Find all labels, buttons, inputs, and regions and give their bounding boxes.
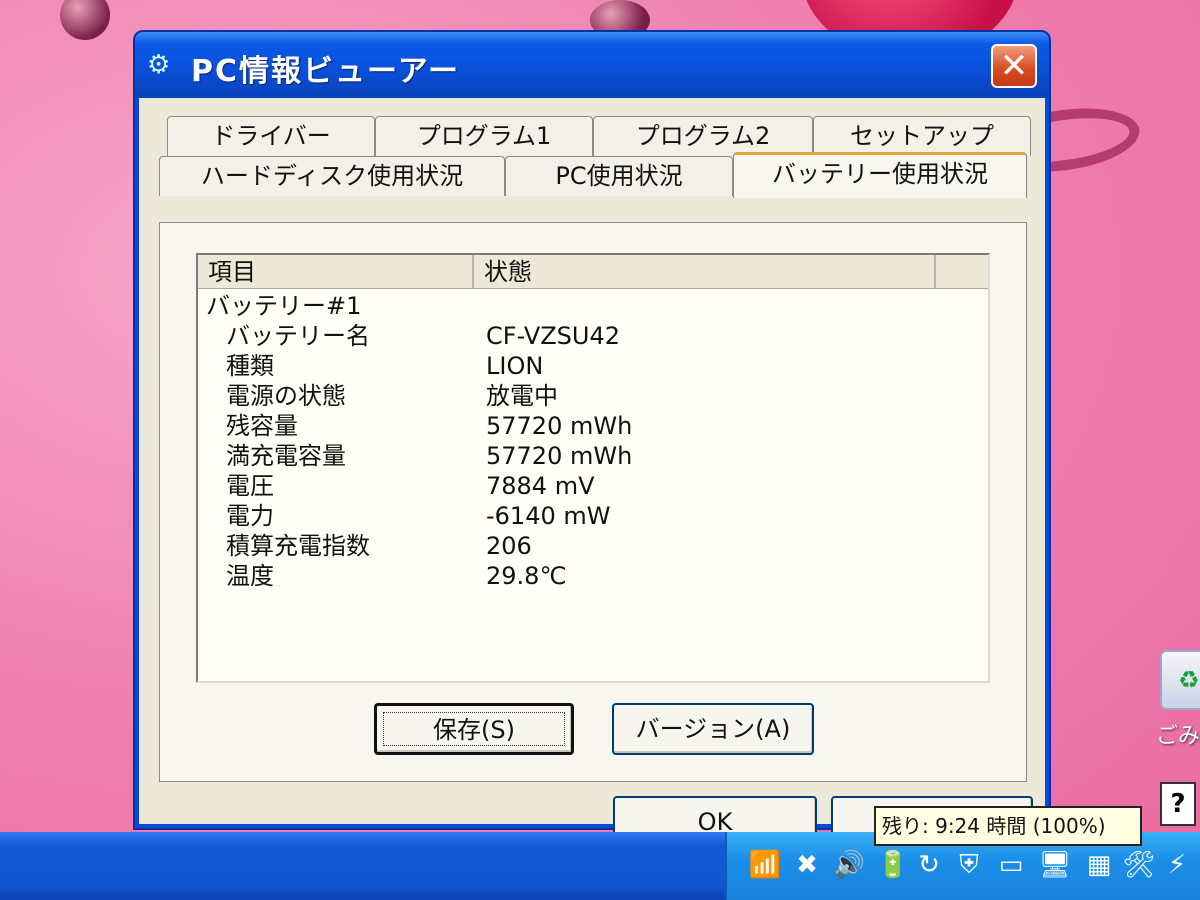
list-item[interactable]: 電力 -6140 mW (206, 501, 988, 531)
list-header: 項目 状態 (198, 255, 988, 289)
recycle-bin-desktop-icon[interactable]: ごみ (1150, 650, 1200, 760)
device-icon[interactable]: ▭ (994, 848, 1028, 882)
help-button[interactable]: ? (1160, 782, 1196, 826)
item-key: 種類 (226, 352, 274, 380)
item-key: 電源の状態 (226, 382, 346, 410)
battery-list-view[interactable]: 項目 状態 バッテリー#1 バッテリー名 CF-VZSU42 種類 LION 電… (196, 253, 990, 683)
speaker-icon[interactable]: 🔊 (832, 848, 866, 882)
list-group-battery1: バッテリー#1 (206, 292, 362, 320)
list-item[interactable]: 温度 29.8℃ (206, 561, 988, 591)
recycle-bin-icon (1160, 650, 1200, 710)
network-disconnected-icon[interactable]: ✖ (790, 848, 824, 882)
column-header-item[interactable]: 項目 (198, 255, 474, 289)
item-value: LION (486, 352, 544, 380)
desktop-decoration (60, 0, 110, 40)
item-value: 206 (486, 532, 532, 560)
item-key: 積算充電指数 (226, 532, 370, 560)
window-title: PC情報ビューアー (191, 54, 461, 89)
tab-program1[interactable]: プログラム1 (375, 116, 593, 156)
desktop-icon-label: ごみ (1156, 724, 1200, 749)
item-key: バッテリー名 (226, 322, 370, 350)
item-value: 放電中 (486, 382, 558, 410)
tab-pc-usage[interactable]: PC使用状況 (505, 156, 733, 196)
battery-icon[interactable]: 🔋 (876, 848, 910, 882)
list-item[interactable]: 種類 LION (206, 351, 988, 381)
item-key: 満充電容量 (226, 442, 346, 470)
grid-icon[interactable]: ▦ (1082, 848, 1116, 882)
tab-battery-usage[interactable]: バッテリー使用状況 (733, 152, 1027, 198)
tool-icon[interactable]: 🛠 (1122, 848, 1156, 882)
item-key: 電力 (226, 502, 274, 530)
item-value: CF-VZSU42 (486, 322, 621, 350)
battery-remaining-tooltip: 残り: 9:24 時間 (100%) (874, 806, 1142, 846)
pc-info-viewer-window: ⚙ PC情報ビューアー ✕ ドライバー プログラム1 プログラム2 セットアップ… (133, 30, 1051, 848)
list-item[interactable]: 満充電容量 57720 mWh (206, 441, 988, 471)
item-value: 57720 mWh (486, 442, 633, 470)
tab-panel: 項目 状態 バッテリー#1 バッテリー名 CF-VZSU42 種類 LION 電… (159, 222, 1027, 782)
list-item[interactable]: 残容量 57720 mWh (206, 411, 988, 441)
column-header-status[interactable]: 状態 (474, 255, 936, 289)
tab-harddisk-usage[interactable]: ハードディスク使用状況 (159, 156, 505, 196)
tab-drivers[interactable]: ドライバー (167, 116, 375, 156)
sync-icon[interactable]: ↻ (912, 848, 946, 882)
item-value: 57720 mWh (486, 412, 633, 440)
save-button[interactable]: 保存(S) (374, 703, 574, 755)
title-bar[interactable]: ⚙ PC情報ビューアー ✕ (135, 32, 1049, 98)
list-item[interactable]: 電源の状態 放電中 (206, 381, 988, 411)
list-item[interactable]: 電圧 7884 mV (206, 471, 988, 501)
wireless-icon[interactable]: 📶 (748, 848, 782, 882)
security-shield-icon[interactable]: ⛨ (952, 848, 986, 882)
dialog-client-area: ドライバー プログラム1 プログラム2 セットアップ ハードディスク使用状況 P… (139, 98, 1045, 848)
display-icon[interactable]: 🖥 (1038, 848, 1072, 882)
list-item[interactable]: バッテリー名 CF-VZSU42 (206, 321, 988, 351)
close-button[interactable]: ✕ (991, 44, 1037, 88)
tab-program2[interactable]: プログラム2 (593, 116, 813, 156)
version-button[interactable]: バージョン(A) (612, 703, 814, 755)
list-item[interactable]: 積算充電指数 206 (206, 531, 988, 561)
app-icon: ⚙ (147, 50, 171, 80)
item-key: 電圧 (226, 472, 274, 500)
list-body: バッテリー#1 バッテリー名 CF-VZSU42 種類 LION 電源の状態 放… (206, 291, 988, 591)
item-key: 温度 (226, 562, 274, 590)
tab-setup[interactable]: セットアップ (813, 116, 1031, 156)
power-plug-icon[interactable]: ⚡ (1160, 848, 1194, 882)
item-value: 7884 mV (486, 472, 595, 500)
item-key: 残容量 (226, 412, 298, 440)
item-value: 29.8℃ (486, 562, 567, 590)
item-value: -6140 mW (486, 502, 611, 530)
